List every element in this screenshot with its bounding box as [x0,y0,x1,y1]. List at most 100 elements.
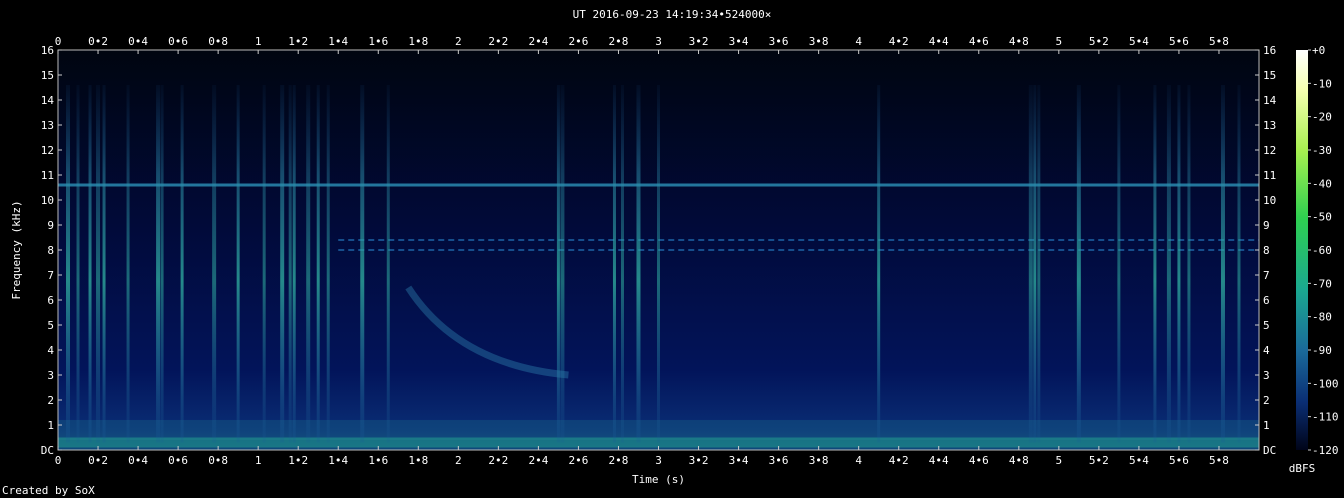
broadband-burst [612,85,616,443]
y-tick-label: 6 [47,294,54,307]
y-tick-label: 3 [1263,369,1270,382]
broadband-burst [66,85,71,443]
x-tick-label: 4•4 [929,35,949,48]
broadband-burst [1220,85,1225,443]
colorbar-tick-label: +0 [1312,44,1325,57]
x-tick-label: 4•6 [969,35,989,48]
x-tick-label: 0•8 [208,454,228,467]
broadband-burst [1076,85,1081,443]
broadband-burst [306,85,311,443]
x-tick-label: 2•2 [488,454,508,467]
x-tick-label: 5 [1056,454,1063,467]
x-tick-label: 2 [455,454,462,467]
colorbar-tick-label: -70 [1312,277,1332,290]
y-tick-label: 5 [47,319,54,332]
x-tick-label: 0•4 [128,35,148,48]
broadband-burst [657,85,660,443]
x-tick-label: 4 [855,35,862,48]
x-tick-label: 4•2 [889,454,909,467]
y-tick-label: 5 [1263,319,1270,332]
broadband-burst [560,85,565,443]
broadband-burst [1028,85,1033,443]
broadband-burst [288,85,292,443]
y-tick-label: 15 [41,69,54,82]
y-tick-label: 1 [1263,419,1270,432]
x-tick-label: 5•6 [1169,454,1189,467]
x-tick-label: 2 [455,35,462,48]
x-tick-label: 2•6 [568,454,588,467]
x-tick-label: 1 [255,454,262,467]
x-tick-label: 2•2 [488,35,508,48]
broadband-burst [126,85,130,443]
x-tick-label: 2•4 [528,35,548,48]
spectrogram-chart: 000•20•20•40•40•60•60•80•8111•21•21•41•4… [10,35,1339,486]
y-axis-label: Frequency (kHz) [10,200,23,299]
x-tick-label: 3•8 [809,454,829,467]
broadband-burst [262,85,266,443]
y-tick-label: 13 [1263,119,1276,132]
broadband-burst [1153,85,1157,443]
broadband-burst [180,85,184,443]
colorbar-label: dBFS [1289,462,1316,475]
x-tick-label: 0 [55,35,62,48]
x-tick-label: 5•2 [1089,35,1109,48]
x-tick-label: 1•8 [408,454,428,467]
y-tick-label: 14 [1263,94,1277,107]
x-tick-label: 0•8 [208,35,228,48]
y-tick-label: 12 [1263,144,1276,157]
broadband-burst [1117,85,1121,443]
x-tick-label: 4 [855,454,862,467]
y-tick-label: 8 [1263,244,1270,257]
colorbar-tick-label: -40 [1312,177,1332,190]
y-tick-label: 7 [47,269,54,282]
x-tick-label: 4•8 [1009,35,1029,48]
broadband-burst [556,85,560,443]
y-tick-label: DC [41,444,54,457]
broadband-burst [877,85,881,443]
x-tick-label: 5 [1056,35,1063,48]
x-tick-label: 5•8 [1209,35,1229,48]
x-tick-label: 2•6 [568,35,588,48]
x-axis-label: Time (s) [632,473,685,486]
x-tick-label: 3 [655,454,662,467]
broadband-burst [620,85,624,443]
broadband-burst [280,85,285,443]
x-tick-label: 5•4 [1129,454,1149,467]
broadband-burst [1177,85,1181,443]
broadband-burst [1166,85,1171,443]
broadband-burst [212,85,217,443]
x-tick-label: 4•2 [889,35,909,48]
x-tick-label: 1 [255,35,262,48]
broadband-burst [316,85,320,443]
y-tick-label: 3 [47,369,54,382]
broadband-burst [236,85,240,443]
broadband-burst [96,85,101,443]
colorbar-tick-label: -120 [1312,444,1339,457]
x-tick-label: 0•6 [168,35,188,48]
broadband-burst [1237,85,1241,443]
x-tick-label: 1•4 [328,35,348,48]
x-tick-label: 4•6 [969,454,989,467]
broadband-burst [156,85,161,443]
x-tick-label: 2•8 [609,454,629,467]
x-tick-label: 2•8 [609,35,629,48]
y-tick-label: 11 [41,169,54,182]
x-tick-label: 5•4 [1129,35,1149,48]
x-tick-label: 3•8 [809,35,829,48]
colorbar-tick-label: -80 [1312,311,1332,324]
broadband-burst [636,85,641,443]
x-tick-label: 1•2 [288,35,308,48]
y-tick-label: 16 [41,44,54,57]
colorbar-tick-label: -110 [1312,411,1339,424]
y-tick-label: 13 [41,119,54,132]
x-tick-label: 3•6 [769,35,789,48]
broadband-burst [160,85,164,443]
y-tick-label: 1 [47,419,54,432]
broadband-burst [386,85,390,443]
colorbar-tick-label: -60 [1312,244,1332,257]
y-tick-label: 4 [1263,344,1270,357]
x-tick-label: 4•8 [1009,454,1029,467]
y-tick-label: 12 [41,144,54,157]
broadband-burst [102,85,106,443]
x-tick-label: 0•2 [88,35,108,48]
